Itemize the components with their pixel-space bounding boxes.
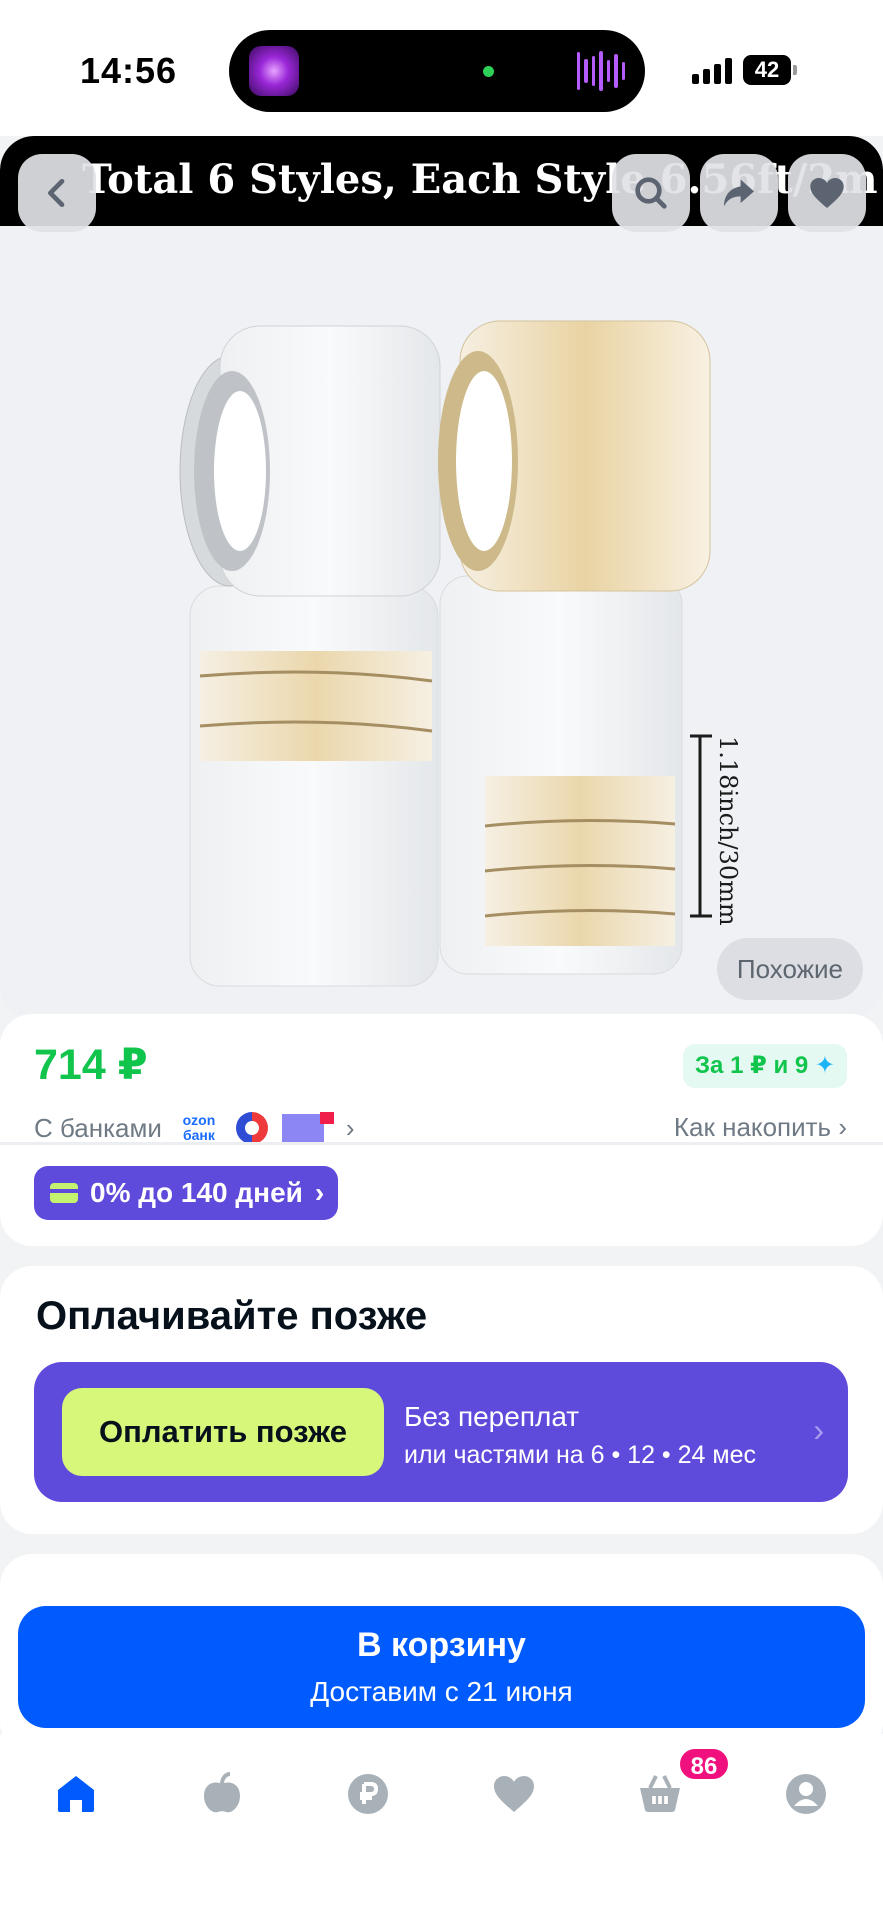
search-button[interactable] <box>612 154 690 232</box>
status-time: 14:56 <box>80 50 178 91</box>
battery-icon: 42 <box>743 55 797 85</box>
tab-fresh[interactable] <box>192 1764 252 1824</box>
cart-count-badge: 86 <box>677 1746 731 1782</box>
dynamic-island[interactable] <box>229 30 645 112</box>
basket-icon <box>640 1775 680 1812</box>
product-gallery[interactable]: Total 6 Styles, Each Style 6.56ft/2m 1.1… <box>0 136 883 1020</box>
search-icon <box>635 177 667 209</box>
chevron-right-icon: › <box>838 1112 847 1142</box>
pay-later-card: Оплачивайте позже Оплатить позже Без пер… <box>0 1266 883 1534</box>
price-value: 714 ₽ <box>34 1041 148 1089</box>
similar-button[interactable]: Похожие <box>716 938 863 1000</box>
divider <box>0 1142 883 1145</box>
tab-favorites[interactable] <box>484 1764 544 1824</box>
installment-badge[interactable]: 0% до 140 дней › <box>34 1166 339 1220</box>
card-icon <box>50 1183 78 1203</box>
pay-later-banner[interactable]: Оплатить позже Без переплат или частями … <box>34 1362 848 1502</box>
ozon-bank-logo: ozon банк <box>182 1112 216 1143</box>
tab-finance[interactable] <box>338 1764 398 1824</box>
sparkle-icon: ✦ <box>814 1052 835 1079</box>
heart-icon <box>494 1776 534 1812</box>
mic-indicator-icon <box>483 66 494 77</box>
chevron-right-icon: › <box>314 1177 325 1208</box>
how-to-save-label: Как накопить <box>673 1112 832 1142</box>
product-page: 14:56 42 Total 6 Styles, Each Style 6.56… <box>0 0 883 1920</box>
favorite-button[interactable] <box>788 154 866 232</box>
points-badge[interactable]: За 1 ₽ и 9 ✦ <box>683 1044 847 1088</box>
delivery-date: Доставим с 21 июня <box>310 1676 573 1707</box>
pay-later-title: Оплачивайте позже <box>36 1294 428 1338</box>
installment-label: 0% до 140 дней <box>90 1177 303 1208</box>
banks-label: С банками <box>34 1112 162 1143</box>
chevron-left-icon <box>48 179 65 207</box>
bank-offers-row[interactable]: С банками ozon банк › <box>34 1112 355 1144</box>
measure-label: 1.18inch/30mm <box>714 736 742 926</box>
home-icon <box>58 1776 94 1812</box>
pay-later-line2: или частями на 6 • 12 • 24 мес <box>404 1441 756 1469</box>
back-button[interactable] <box>18 154 96 232</box>
add-to-cart-label: В корзину <box>357 1626 526 1664</box>
chevron-right-icon: › <box>345 1112 355 1143</box>
bank-card-icon <box>281 1112 334 1142</box>
bottom-tab-bar: 86 <box>0 1734 883 1920</box>
chevron-right-icon: › <box>813 1412 824 1448</box>
points-label: За 1 ₽ и 9 <box>695 1052 809 1079</box>
tab-home[interactable] <box>46 1764 106 1824</box>
status-bar: 14:56 42 <box>0 0 883 136</box>
pay-later-button[interactable]: Оплатить позже <box>62 1388 384 1476</box>
music-app-icon <box>249 46 299 96</box>
pay-later-line1: Без переплат <box>404 1401 580 1432</box>
profile-icon <box>786 1774 826 1814</box>
bank-logo-icon <box>235 1112 268 1144</box>
ruble-icon <box>348 1774 388 1814</box>
share-arrow-icon <box>724 179 754 207</box>
fresh-icon <box>204 1772 240 1813</box>
price-card: 714 ₽ За 1 ₽ и 9 ✦ С банками ozon банк › … <box>0 1014 883 1246</box>
add-to-cart-button[interactable]: В корзину Доставим с 21 июня <box>18 1606 865 1728</box>
pay-later-description: Без переплат или частями на 6 • 12 • 24 … <box>404 1398 756 1474</box>
heart-icon <box>810 178 844 208</box>
product-image: 1.18inch/30mm <box>179 320 742 987</box>
tab-profile[interactable] <box>776 1764 836 1824</box>
how-to-save-link[interactable]: Как накопить › <box>674 1112 847 1143</box>
audio-wave-icon <box>577 50 625 92</box>
signal-icon <box>692 58 732 84</box>
share-button[interactable] <box>700 154 778 232</box>
